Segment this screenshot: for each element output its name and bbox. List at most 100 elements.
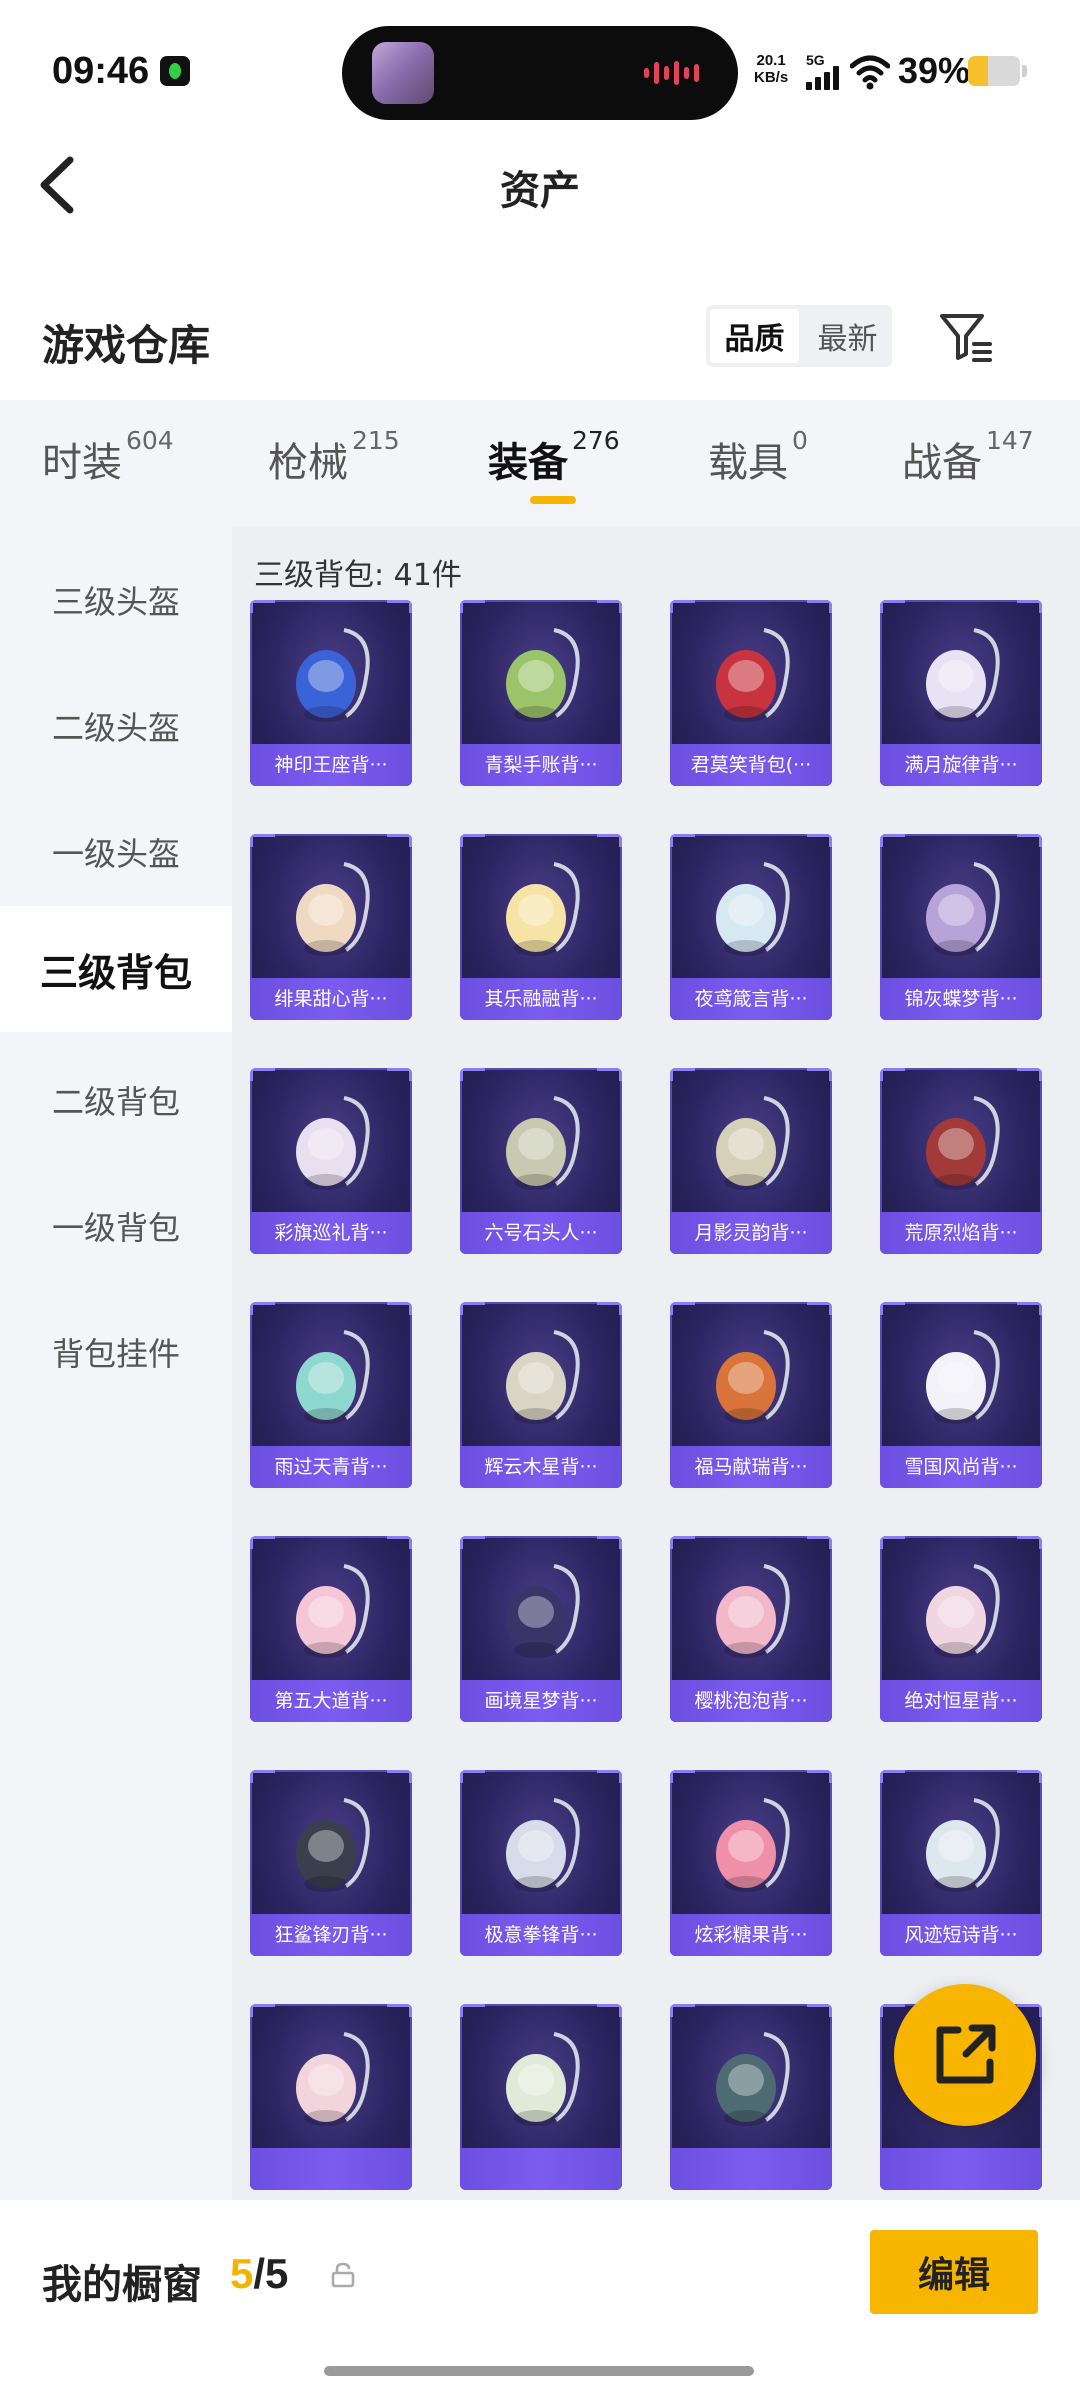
category-tabs: 时装 604 枪械 215 装备 276 载具 0 战备 147 [0,400,1080,526]
card-corner [460,1536,485,1549]
tab-supplies[interactable]: 战备 147 [902,426,1034,488]
sort-option-quality[interactable]: 品质 [710,309,799,363]
battery-tip [1022,65,1027,77]
item-card[interactable] [670,2004,832,2190]
item-card[interactable]: 神印王座背··· [250,600,412,786]
backpack-icon [926,1330,1000,1424]
item-card[interactable]: 辉云木星背··· [460,1302,622,1488]
backpack-icon [506,628,580,722]
active-tab-indicator [530,496,576,504]
sidebar-item-level3-helmet[interactable]: 三级头盔 [0,540,232,660]
item-name: 其乐融融背··· [460,978,622,1020]
card-corner [1017,600,1042,613]
card-corner [387,1068,412,1081]
audio-wave-icon [644,60,704,86]
item-card[interactable]: 其乐融融背··· [460,834,622,1020]
sidebar-item-backpack-charm[interactable]: 背包挂件 [0,1292,232,1412]
card-corner [387,1536,412,1549]
backpack-icon [926,628,1000,722]
item-card[interactable]: 画境星梦背··· [460,1536,622,1722]
item-name: 君莫笑背包(··· [670,744,832,786]
sidebar-item-level2-helmet[interactable]: 二级头盔 [0,666,232,786]
card-corner [460,1068,485,1081]
backpack-icon [716,1330,790,1424]
sidebar-item-level1-helmet[interactable]: 一级头盔 [0,792,232,912]
item-card[interactable]: 雨过天青背··· [250,1302,412,1488]
item-card[interactable]: 夜鸢箴言背··· [670,834,832,1020]
backpack-icon [296,1096,370,1190]
home-indicator[interactable] [324,2366,754,2376]
item-card[interactable]: 月影灵韵背··· [670,1068,832,1254]
edit-button[interactable]: 编辑 [870,2230,1038,2314]
card-corner [460,2004,485,2017]
sidebar-item-level2-backpack[interactable]: 二级背包 [0,1040,232,1160]
status-bar: 09:46 20.1 KB/s 5G 39% [0,0,1080,140]
battery-icon [968,56,1020,86]
item-card[interactable]: 君莫笑背包(··· [670,600,832,786]
item-card[interactable] [460,2004,622,2190]
item-name [250,2148,412,2190]
item-name: 画境星梦背··· [460,1680,622,1722]
item-card[interactable]: 锦灰蝶梦背··· [880,834,1042,1020]
item-card[interactable]: 绝对恒星背··· [880,1536,1042,1722]
card-corner [807,600,832,613]
item-card[interactable]: 荒原烈焰背··· [880,1068,1042,1254]
backpack-icon [296,862,370,956]
item-card[interactable]: 狂鲨锋刃背··· [250,1770,412,1956]
item-name: 极意拳锋背··· [460,1914,622,1956]
card-corner [460,1770,485,1783]
item-card[interactable]: 炫彩糖果背··· [670,1770,832,1956]
backpack-icon [926,1564,1000,1658]
sort-option-newest[interactable]: 最新 [803,305,892,367]
card-corner [807,1068,832,1081]
tab-equipment[interactable]: 装备 276 [488,426,620,488]
card-corner [670,1068,695,1081]
item-card[interactable] [250,2004,412,2190]
share-button[interactable] [894,1984,1036,2126]
wifi-icon [850,55,890,90]
filter-icon[interactable] [936,306,996,366]
item-card[interactable]: 第五大道背··· [250,1536,412,1722]
item-card[interactable]: 风迹短诗背··· [880,1770,1042,1956]
card-corner [807,1302,832,1315]
card-corner [387,834,412,847]
item-name: 雨过天青背··· [250,1446,412,1488]
media-thumbnail [372,42,434,104]
item-card[interactable]: 彩旗巡礼背··· [250,1068,412,1254]
sidebar-item-level3-backpack[interactable]: 三级背包 [0,906,232,1032]
item-name [670,2148,832,2190]
backpack-icon [716,1096,790,1190]
card-corner [1017,1302,1042,1315]
card-corner [250,2004,275,2017]
card-corner [670,834,695,847]
item-name: 狂鲨锋刃背··· [250,1914,412,1956]
item-card[interactable]: 极意拳锋背··· [460,1770,622,1956]
tab-vehicles[interactable]: 载具 0 [708,426,808,488]
item-card[interactable]: 六号石头人··· [460,1068,622,1254]
card-corner [880,600,905,613]
card-corner [597,1536,622,1549]
dynamic-island[interactable] [342,26,738,120]
item-card[interactable]: 雪国风尚背··· [880,1302,1042,1488]
backpack-icon [716,862,790,956]
backpack-icon [926,862,1000,956]
item-name: 第五大道背··· [250,1680,412,1722]
card-corner [670,600,695,613]
tab-weapons[interactable]: 枪械 215 [268,426,400,488]
item-card[interactable]: 绯果甜心背··· [250,834,412,1020]
card-corner [597,1068,622,1081]
battery-percent: 39% [898,50,971,91]
item-card[interactable]: 满月旋律背··· [880,600,1042,786]
item-card[interactable]: 福马献瑞背··· [670,1302,832,1488]
card-corner [597,600,622,613]
card-corner [460,834,485,847]
card-corner [880,1770,905,1783]
item-name: 六号石头人··· [460,1212,622,1254]
sidebar-item-level1-backpack[interactable]: 一级背包 [0,1166,232,1286]
backpack-icon [296,1564,370,1658]
item-card[interactable]: 樱桃泡泡背··· [670,1536,832,1722]
tab-fashion[interactable]: 时装 604 [42,426,174,488]
item-name: 福马献瑞背··· [670,1446,832,1488]
item-card[interactable]: 青梨手账背··· [460,600,622,786]
card-corner [597,2004,622,2017]
